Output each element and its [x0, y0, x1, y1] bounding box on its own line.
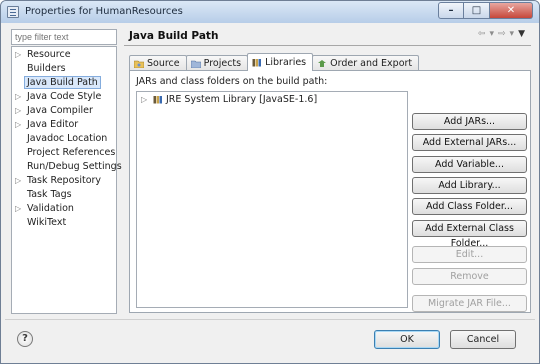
title-bar[interactable]: Properties for HumanResources – □ ✕ [1, 1, 539, 23]
expand-arrow-icon[interactable]: ▷ [15, 174, 25, 188]
library-label: JRE System Library [JavaSE-1.6] [166, 94, 318, 105]
projects-icon [190, 60, 201, 68]
libraries-heading: JARs and class folders on the build path… [136, 76, 328, 87]
expand-arrow-icon[interactable]: ▷ [15, 90, 25, 104]
properties-dialog: Properties for HumanResources – □ ✕ ▷Res… [0, 0, 540, 364]
back-dropdown-icon[interactable]: ▾ [489, 29, 494, 39]
window-title: Properties for HumanResources [25, 6, 183, 17]
sidebar-item-validation[interactable]: ▷ Validation [12, 202, 116, 216]
build-path-tabs: Source Projects Libraries Order and Expo… [129, 53, 420, 71]
order-export-icon [318, 60, 327, 67]
forward-dropdown-icon[interactable]: ▾ [510, 29, 515, 39]
sidebar-item-resource[interactable]: ▷ Resource [12, 48, 116, 62]
sidebar-item-wikitext[interactable]: WikiText [12, 216, 116, 230]
tab-order-and-export[interactable]: Order and Export [312, 55, 420, 71]
close-button[interactable]: ✕ [490, 2, 533, 19]
bottom-separator [5, 319, 535, 320]
back-arrow-icon[interactable]: ⇦ [478, 29, 486, 39]
add-variable-button[interactable]: Add Variable... [412, 156, 527, 173]
preference-tree: ▷ Resource Builders Java Build Path ▷ Java… [11, 46, 122, 314]
source-folder-icon [134, 60, 144, 68]
forward-arrow-icon[interactable]: ⇨ [498, 29, 506, 39]
tab-libraries[interactable]: Libraries [247, 53, 314, 71]
library-icon [153, 96, 162, 104]
expand-arrow-icon[interactable]: ▷ [15, 48, 25, 62]
list-item[interactable]: ▷ JRE System Library [JavaSE-1.6] [141, 94, 317, 105]
sidebar-item-java-code-style[interactable]: ▷ Java Code Style [12, 90, 116, 104]
add-class-folder-button[interactable]: Add Class Folder... [412, 198, 527, 215]
expand-arrow-icon[interactable]: ▷ [15, 118, 25, 132]
libraries-panel: JARs and class folders on the build path… [129, 70, 531, 313]
page-navigation: ⇦ ▾ ⇨ ▾ ▼ [478, 29, 525, 39]
sidebar-item-project-references[interactable]: Project References [12, 146, 116, 160]
close-icon: ✕ [506, 5, 516, 16]
minimize-button[interactable]: – [438, 2, 464, 19]
maximize-icon: □ [471, 5, 482, 16]
add-library-button[interactable]: Add Library... [412, 177, 527, 194]
edit-button[interactable]: Edit... [412, 246, 527, 263]
sidebar-item-task-repository[interactable]: ▷ Task Repository [12, 174, 116, 188]
tab-projects[interactable]: Projects [185, 55, 249, 71]
sidebar-item-run-debug-settings[interactable]: Run/Debug Settings [12, 160, 122, 174]
sidebar-item-builders[interactable]: Builders [12, 62, 116, 76]
libraries-icon [252, 59, 262, 67]
properties-window-icon [7, 6, 19, 18]
filter-input[interactable] [11, 29, 117, 45]
remove-button[interactable]: Remove [412, 268, 527, 285]
sidebar-item-java-compiler[interactable]: ▷ Java Compiler [12, 104, 116, 118]
sidebar-item-javadoc-location[interactable]: Javadoc Location [12, 132, 116, 146]
expand-arrow-icon[interactable]: ▷ [141, 95, 150, 104]
title-separator [124, 45, 531, 46]
sidebar-item-java-editor[interactable]: ▷ Java Editor [12, 118, 116, 132]
ok-button[interactable]: OK [374, 330, 440, 349]
migrate-jar-button[interactable]: Migrate JAR File... [412, 295, 527, 312]
sidebar-item-java-build-path[interactable]: Java Build Path [12, 76, 116, 90]
dialog-client-area: ▷Resource Builders Java Build Path ▷Java… [5, 23, 535, 360]
cancel-button[interactable]: Cancel [450, 330, 516, 349]
sidebar-item-task-tags[interactable]: Task Tags [12, 188, 116, 202]
add-external-class-folder-button[interactable]: Add External Class Folder... [412, 220, 527, 249]
help-icon[interactable]: ? [17, 331, 33, 347]
library-list[interactable]: ▷ JRE System Library [JavaSE-1.6] [136, 91, 408, 308]
page-title: Java Build Path [129, 30, 219, 42]
minimize-icon: – [448, 5, 454, 16]
window-controls: – □ ✕ [438, 2, 533, 19]
maximize-button[interactable]: □ [464, 2, 490, 19]
expand-arrow-icon[interactable]: ▷ [15, 202, 25, 216]
add-jars-button[interactable]: Add JARs... [412, 113, 527, 130]
add-external-jars-button[interactable]: Add External JARs... [412, 134, 527, 151]
expand-arrow-icon[interactable]: ▷ [15, 104, 25, 118]
tab-source[interactable]: Source [129, 55, 187, 71]
view-menu-icon[interactable]: ▼ [518, 29, 525, 39]
